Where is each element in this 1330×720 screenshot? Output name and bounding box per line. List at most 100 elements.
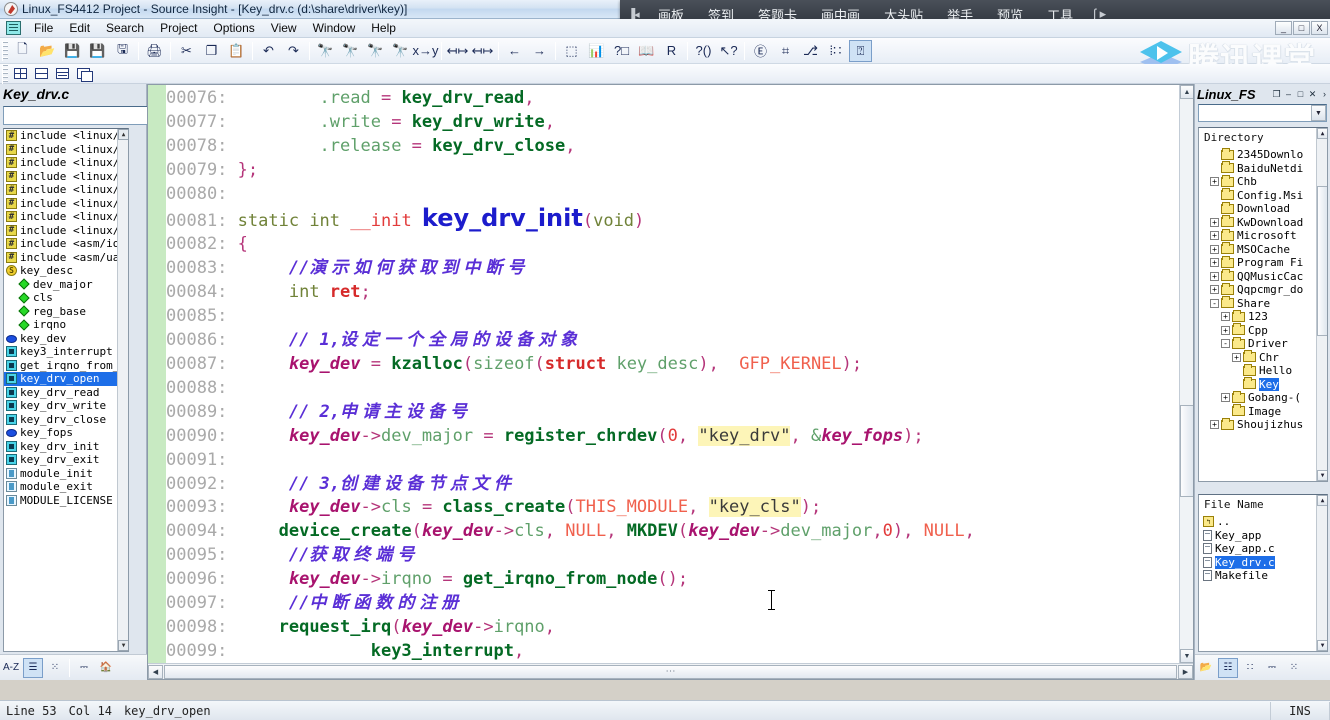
menu-options[interactable]: Options (205, 20, 262, 36)
scroll-left-icon[interactable]: ◀ (148, 664, 163, 679)
directory-tree-item[interactable]: + QQMusicCac (1199, 269, 1316, 284)
directory-tree-item[interactable]: + KwDownload (1199, 215, 1316, 230)
symbol-list-item[interactable]: cls (4, 291, 117, 305)
context-help-icon[interactable]: ↖? (717, 40, 740, 62)
find-next-icon[interactable]: 🔭 (364, 40, 387, 62)
about-icon[interactable]: ⍰ (849, 39, 872, 62)
directory-tree-item[interactable]: - Share (1199, 296, 1316, 311)
open-file-icon[interactable]: 📂 (36, 40, 59, 62)
project-path-combo[interactable]: ▼ (1198, 104, 1327, 122)
symbol-list-item[interactable]: # include <linux/o (4, 156, 126, 170)
symbol-list[interactable]: # include <linux/i # include <linux/m # inclu… (3, 128, 129, 652)
code-line[interactable]: 00091: (166, 449, 1179, 473)
expand-icon[interactable]: + (1210, 271, 1219, 281)
reference-button[interactable]: ⎓ (1262, 658, 1282, 678)
directory-tree-item[interactable]: + Gobang-( (1199, 390, 1316, 405)
code-line[interactable]: 00085: (166, 305, 1179, 329)
symbol-list-item[interactable]: MODULE_LICENSE (4, 494, 117, 508)
symbol-list-item[interactable]: get_irqno_from_n (4, 359, 126, 373)
code-line[interactable]: 00089: // 2,申请主设备号 (166, 401, 1179, 425)
sync-files-icon[interactable]: ⁞∷ (824, 40, 847, 62)
expand-icon[interactable]: + (1210, 244, 1219, 254)
code-line[interactable]: 00095: //获取终端号 (166, 544, 1179, 568)
scroll-down-icon[interactable]: ▼ (118, 640, 128, 651)
code-line[interactable]: 00099: key3_interrupt, (166, 640, 1179, 663)
code-line[interactable]: 00077: .write = key_drv_write, (166, 111, 1179, 135)
code-line[interactable]: 00092: // 3,创建设备节点文件 (166, 473, 1179, 497)
chevron-down-icon[interactable]: ▼ (1311, 105, 1326, 121)
file-list-scrollbar[interactable]: ▲ ▼ (1316, 495, 1327, 651)
minimize-button[interactable]: – (1283, 89, 1294, 100)
directory-tree-item[interactable]: + Chr (1199, 350, 1316, 365)
relation-window-icon[interactable]: ?□ (610, 40, 633, 62)
maximize-button[interactable]: □ (1295, 89, 1306, 100)
symbol-list-button[interactable]: ☰ (23, 657, 43, 678)
code-line[interactable]: 00097: //中断函数的注册 (166, 592, 1179, 616)
code-line[interactable]: 00098: request_irq(key_dev->irqno, (166, 616, 1179, 640)
symbol-list-item[interactable]: key3_interrupt (4, 345, 117, 359)
code-editor-window[interactable]: 00076: .read = key_drv_read, 00077: .writ… (147, 84, 1194, 680)
directory-tree-item[interactable]: Key (1199, 377, 1316, 392)
code-line[interactable]: 00076: .read = key_drv_read, (166, 87, 1179, 111)
toolbar-grip[interactable] (2, 40, 8, 61)
editor-bookmark-margin[interactable] (148, 85, 166, 679)
expand-icon[interactable]: + (1210, 420, 1219, 430)
save-icon[interactable]: 💾 (61, 40, 84, 62)
symbol-list-item[interactable]: key_drv_read (4, 386, 117, 400)
mdi-window-controls[interactable]: _ □ X (1275, 21, 1328, 35)
menu-help[interactable]: Help (363, 20, 404, 36)
split-window-icon[interactable] (54, 66, 71, 82)
toolbar2-grip[interactable] (2, 63, 8, 84)
menu-window[interactable]: Window (305, 20, 364, 36)
symbol-types-button[interactable]: ⁙ (1284, 658, 1304, 678)
maximize-button[interactable]: □ (1293, 21, 1310, 35)
context-window-icon[interactable]: 📊 (585, 40, 608, 62)
find-in-files-icon[interactable]: 🔭 (389, 40, 412, 62)
expand-icon[interactable]: + (1210, 217, 1219, 227)
file-list-item[interactable]: Key_drv.c (1203, 555, 1316, 570)
collapse-icon[interactable]: - (1210, 298, 1219, 308)
code-line[interactable]: 00086: // 1,设定一个全局的设备对象 (166, 329, 1179, 353)
symbol-list-item[interactable]: Skey_desc (4, 264, 117, 278)
editor-vertical-scrollbar[interactable]: ▲ ▼ (1179, 85, 1193, 663)
symbol-list-item[interactable]: key_drv_open (4, 372, 117, 386)
back-icon[interactable]: ← (503, 40, 526, 62)
smart-rename-icon[interactable]: R (660, 40, 683, 62)
reference-icon[interactable]: 📖 (635, 40, 658, 62)
code-line[interactable]: 00078: .release = key_drv_close, (166, 135, 1179, 159)
document-system-icon[interactable] (6, 21, 21, 35)
directory-tree-item[interactable]: Config.Msi (1199, 188, 1316, 203)
symbol-list-item[interactable]: # include <asm/io.h (4, 237, 128, 251)
scroll-up-icon[interactable]: ▲ (1180, 85, 1193, 99)
expand-icon[interactable]: + (1210, 177, 1219, 187)
redo-icon[interactable]: ↷ (282, 40, 305, 62)
code-line[interactable]: 00093: key_dev->cls = class_create(THIS_… (166, 496, 1179, 520)
cut-icon[interactable]: ✂ (175, 40, 198, 62)
code-line[interactable]: 00087: key_dev = kzalloc(sizeof(struct k… (166, 353, 1179, 377)
copy-icon[interactable]: ❐ (200, 40, 223, 62)
symbol-list-item[interactable]: # include <linux/s (4, 170, 126, 184)
scroll-down-icon[interactable]: ▼ (1317, 640, 1327, 651)
file-list-item[interactable]: Key_app.c (1203, 542, 1316, 556)
reference-button[interactable]: ⎓ (74, 658, 94, 678)
symbol-types-button[interactable]: ⁙ (45, 658, 65, 678)
code-line[interactable]: 00084: int ret; (166, 281, 1179, 305)
scroll-up-icon[interactable]: ▲ (1317, 495, 1327, 506)
overflow-icon[interactable]: › (1319, 89, 1330, 100)
directory-tree-item[interactable]: BaiduNetdi (1199, 161, 1316, 176)
expand-icon[interactable]: + (1210, 231, 1219, 241)
directory-tree-item[interactable]: Download (1199, 201, 1316, 216)
scroll-down-icon[interactable]: ▼ (1180, 649, 1193, 663)
symbol-list-item[interactable]: # include <linux/m (4, 143, 126, 157)
scroll-up-icon[interactable]: ▲ (118, 129, 128, 140)
symbol-list-item[interactable]: key_drv_write (4, 399, 117, 413)
paste-icon[interactable]: 📋 (225, 40, 248, 62)
code-line[interactable]: 00094: device_create(key_dev->cls, NULL,… (166, 520, 1179, 544)
scroll-down-icon[interactable]: ▼ (1317, 470, 1327, 481)
expand-icon[interactable]: + (1232, 352, 1241, 362)
menu-search[interactable]: Search (98, 20, 152, 36)
symbol-list-item[interactable]: reg_base (4, 305, 117, 319)
code-line[interactable]: 00096: key_dev->irqno = get_irqno_from_n… (166, 568, 1179, 592)
symbol-list-item[interactable]: dev_major (4, 278, 117, 292)
collapse-icon[interactable]: - (1221, 339, 1230, 349)
